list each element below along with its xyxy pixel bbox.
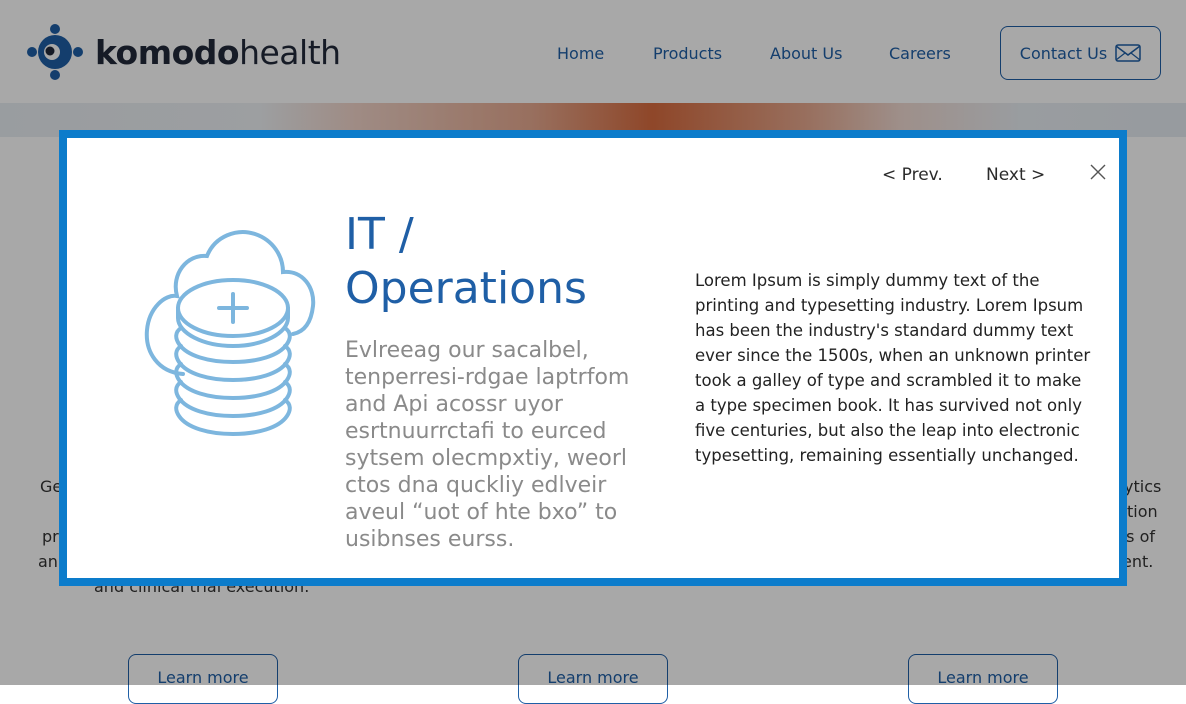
prev-button[interactable]: < Prev. (882, 165, 943, 185)
modal-title-line2: Operations (345, 263, 587, 314)
product-modal: < Prev. Next > IT / Operations Evlreeag … (59, 130, 1127, 586)
modal-title-line1: IT / (345, 209, 414, 260)
close-icon[interactable] (1090, 164, 1106, 180)
next-button[interactable]: Next > (986, 165, 1045, 185)
modal-description: Lorem Ipsum is simply dummy text of the … (695, 271, 1091, 465)
modal-subtitle: Evlreeag our sacalbel, tenperresi-rdgae … (345, 338, 630, 552)
modal-title: IT / Operations (345, 208, 645, 316)
cloud-coins-icon (144, 230, 316, 437)
